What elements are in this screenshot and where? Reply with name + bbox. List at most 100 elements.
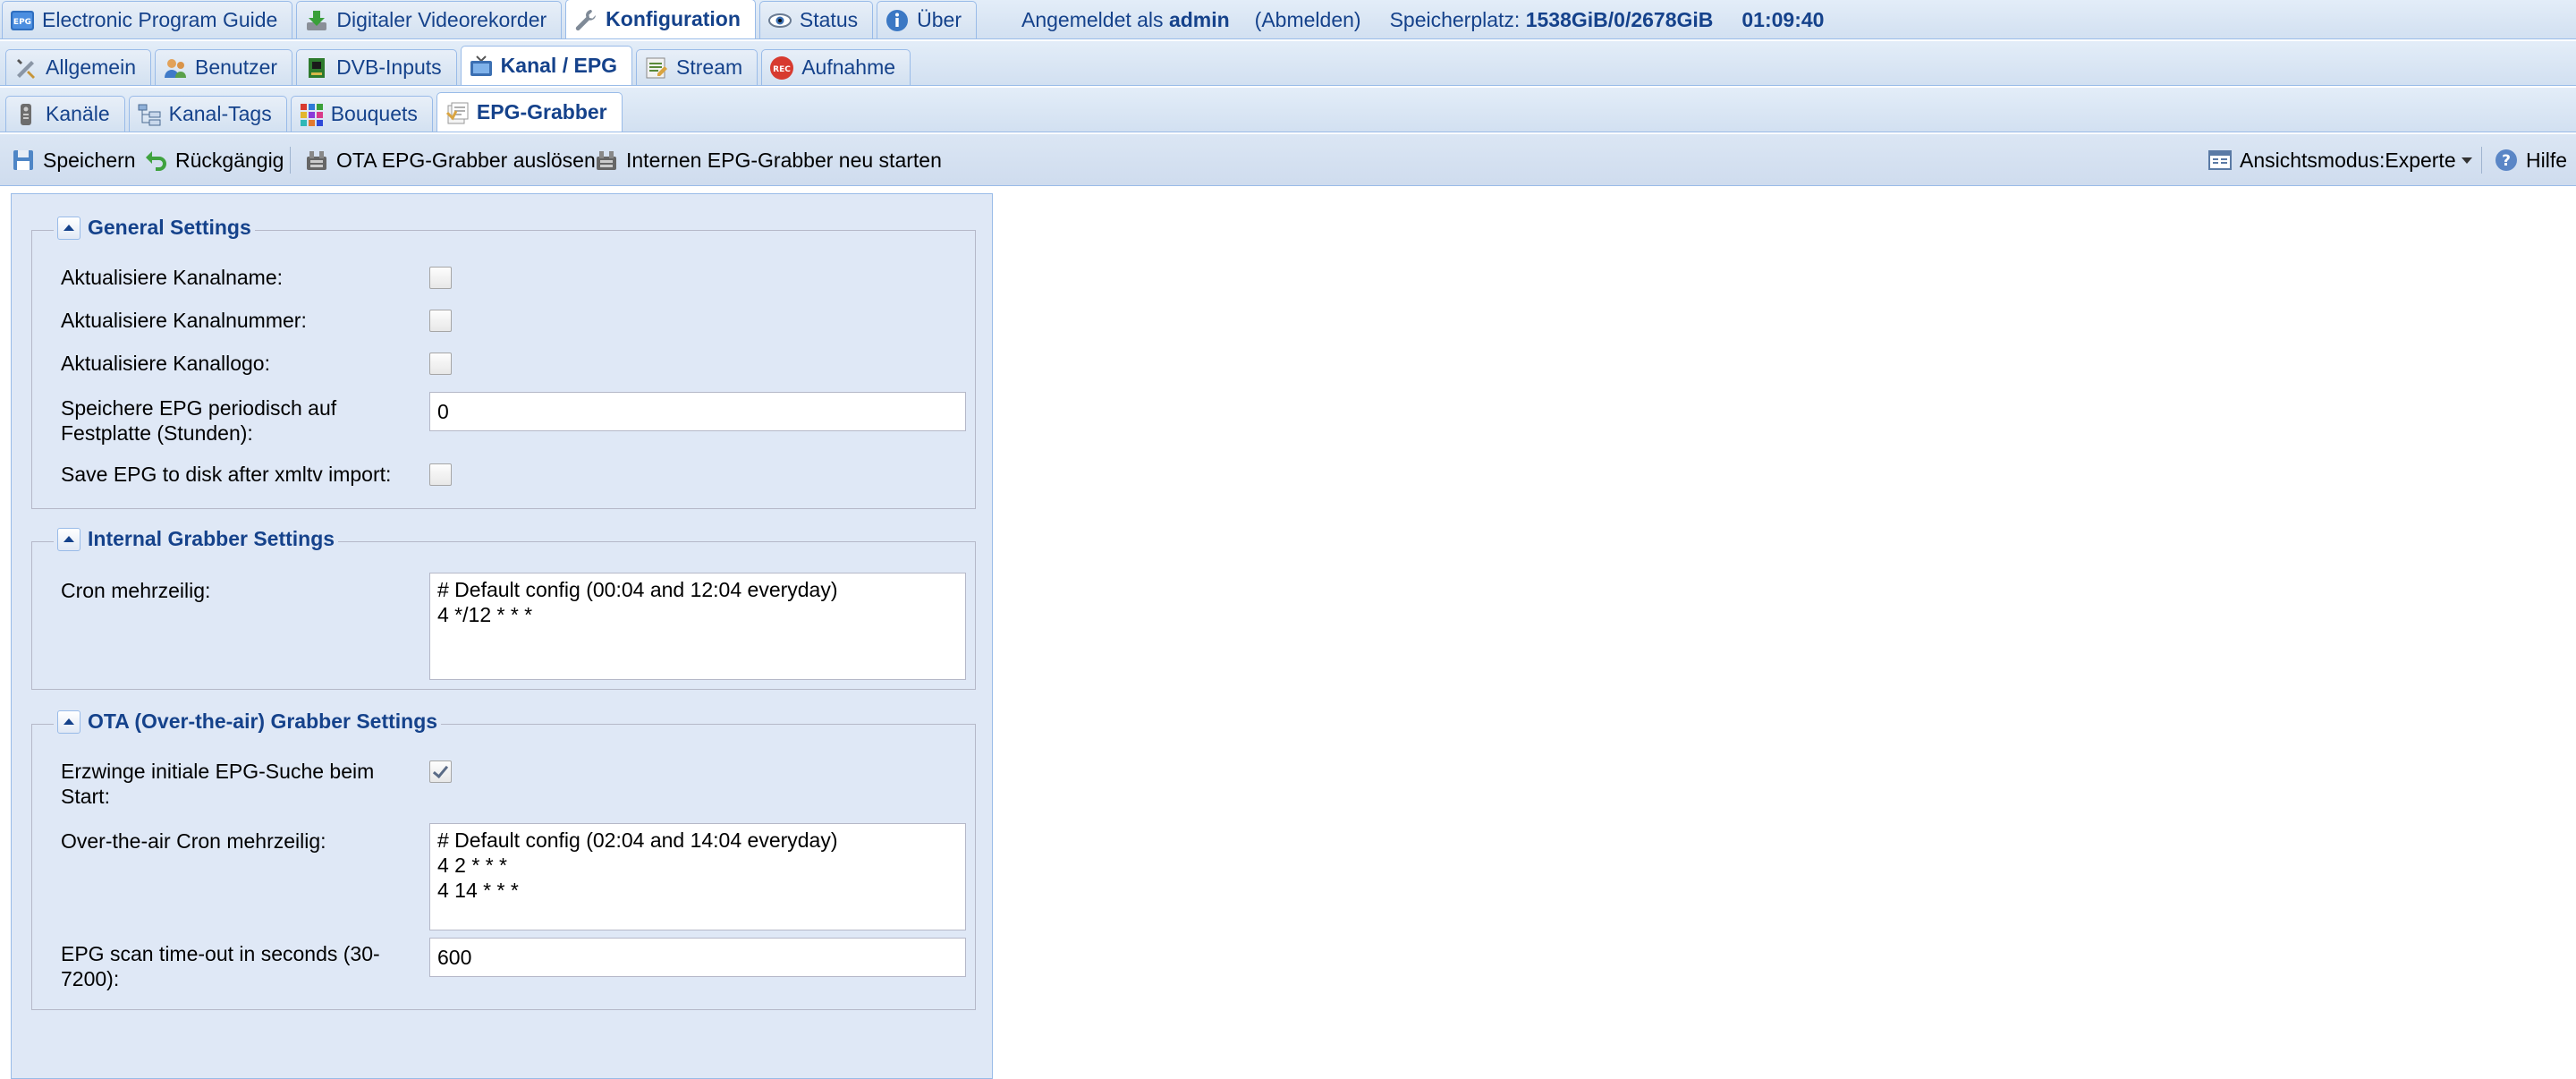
restart-internal-label: Internen EPG-Grabber neu starten	[626, 148, 942, 172]
toolbar: Speichern Rückgängig OTA EPG-Grabber aus…	[0, 134, 2576, 186]
undo-label: Rückgängig	[175, 148, 284, 172]
ota-grabber-legend: OTA (Over-the-air) Grabber Settings	[54, 709, 442, 734]
save-icon	[11, 148, 36, 173]
internal-grabber-legend: Internal Grabber Settings	[54, 527, 339, 551]
general-settings-title: General Settings	[88, 216, 251, 239]
tab-konfiguration[interactable]: Konfiguration	[565, 0, 756, 38]
ota-trigger-label: OTA EPG-Grabber auslösen	[336, 148, 596, 172]
users-icon	[163, 55, 188, 81]
main-tabbar: EPG Electronic Program Guide Digitaler V…	[0, 0, 2576, 39]
settings-panel: General Settings Aktualisiere Kanalname:…	[11, 193, 993, 1079]
chevron-down-icon	[2461, 157, 2472, 164]
stream-icon	[644, 55, 669, 81]
help-label: Hilfe	[2526, 148, 2568, 172]
tab-label: Bouquets	[330, 102, 418, 125]
ota-grabber-title: OTA (Over-the-air) Grabber Settings	[88, 709, 438, 733]
toolbar-separator	[2481, 147, 2482, 174]
view-mode-dropdown[interactable]: Ansichtsmodus:Experte	[2207, 134, 2472, 186]
grabber-tool-icon	[594, 148, 619, 173]
update-channel-name-label: Aktualisiere Kanalname:	[61, 266, 284, 289]
tab-label: Allgemein	[46, 55, 136, 79]
collapse-toggle-icon[interactable]	[57, 527, 80, 551]
periodic-save-hours-input[interactable]	[429, 392, 966, 431]
tab-kanal-tags[interactable]: Kanal-Tags	[128, 96, 287, 132]
tab-allgemein[interactable]: Allgemein	[5, 49, 151, 85]
general-settings-fieldset: General Settings Aktualisiere Kanalname:…	[31, 216, 976, 509]
collapse-toggle-icon[interactable]	[57, 709, 80, 734]
tab-stream[interactable]: Stream	[636, 49, 758, 85]
card-icon	[304, 55, 329, 81]
collapse-toggle-icon[interactable]	[57, 216, 80, 240]
update-channel-name-checkbox[interactable]	[429, 267, 452, 289]
tab-electronic-program-guide[interactable]: EPG Electronic Program Guide	[2, 1, 293, 38]
channel-tabbar: Kanäle Kanal-Tags Bouquets EPG-Grabber	[0, 88, 2576, 132]
tab-label: Aufnahme	[801, 55, 896, 79]
undo-icon	[143, 148, 168, 173]
help-button[interactable]: ? Hilfe	[2494, 134, 2567, 186]
tab-status[interactable]: Status	[758, 1, 874, 38]
tab-label: Kanäle	[46, 102, 110, 125]
rec-icon: REC	[769, 55, 794, 81]
tab-dvb-inputs[interactable]: DVB-Inputs	[296, 49, 457, 85]
ota-trigger-button[interactable]: OTA EPG-Grabber auslösen	[304, 134, 596, 186]
update-channel-logo-label: Aktualisiere Kanallogo:	[61, 352, 270, 375]
ota-cron-label: Over-the-air Cron mehrzeilig:	[61, 829, 326, 853]
tab-label: Benutzer	[195, 55, 278, 79]
grabber-tool-icon	[304, 148, 329, 173]
tab-label: Digitaler Videorekorder	[336, 8, 547, 31]
storage-prefix: Speicherplatz:	[1389, 7, 1526, 31]
clock: 01:09:40	[1741, 7, 1825, 31]
periodic-save-label: Speichere EPG periodisch auf Festplatte …	[61, 395, 336, 446]
cron-textarea[interactable]: # Default config (00:04 and 12:04 everyd…	[429, 573, 966, 680]
remote-icon	[13, 102, 38, 127]
svg-text:EPG: EPG	[13, 18, 31, 27]
tab-kanal-epg[interactable]: Kanal / EPG	[460, 46, 633, 85]
username: admin	[1168, 7, 1230, 31]
save-after-xmltv-checkbox[interactable]	[429, 463, 452, 486]
periodic-save-label-line2: Festplatte (Stunden):	[61, 421, 253, 445]
update-channel-number-checkbox[interactable]	[429, 310, 452, 332]
tab-label: Kanal-Tags	[168, 102, 272, 125]
tab-benutzer[interactable]: Benutzer	[155, 49, 293, 85]
force-initial-scan-label: Erzwinge initiale EPG-Suche beim Start:	[61, 759, 374, 809]
eye-icon	[767, 8, 792, 33]
tab-aufnahme[interactable]: REC Aufnahme	[761, 49, 911, 85]
help-icon: ?	[2494, 148, 2519, 173]
toolbar-separator	[290, 147, 291, 174]
download-icon	[304, 8, 329, 33]
periodic-save-label-line1: Speichere EPG periodisch auf	[61, 396, 337, 420]
tab-digitaler-videorekorder[interactable]: Digitaler Videorekorder	[296, 1, 563, 38]
update-channel-logo-checkbox[interactable]	[429, 353, 452, 375]
undo-button[interactable]: Rückgängig	[143, 134, 284, 186]
tab-label: Über	[917, 8, 962, 31]
force-initial-scan-checkbox[interactable]	[429, 760, 452, 783]
status-info: Angemeldet als admin (Abmelden) Speicher…	[1021, 0, 1824, 39]
logged-in-prefix: Angemeldet als	[1021, 7, 1169, 31]
restart-internal-grabber-button[interactable]: Internen EPG-Grabber neu starten	[594, 134, 942, 186]
tab-label: Electronic Program Guide	[42, 8, 278, 31]
scan-timeout-input[interactable]	[429, 938, 966, 977]
grabber-icon	[445, 100, 470, 125]
svg-text:?: ?	[2502, 152, 2511, 170]
scan-timeout-label: EPG scan time-out in seconds (30- 7200):	[61, 941, 380, 991]
force-initial-label-line2: Start:	[61, 785, 110, 808]
tab-ueber[interactable]: Über	[877, 1, 977, 38]
save-label: Speichern	[43, 148, 136, 172]
tab-label: EPG-Grabber	[476, 100, 607, 123]
scan-timeout-label-line2: 7200):	[61, 967, 120, 990]
cron-label: Cron mehrzeilig:	[61, 579, 211, 602]
internal-grabber-fieldset: Internal Grabber Settings Cron mehrzeili…	[31, 527, 976, 690]
tab-bouquets[interactable]: Bouquets	[290, 96, 433, 132]
save-after-xmltv-label: Save EPG to disk after xmltv import:	[61, 463, 392, 486]
save-button[interactable]: Speichern	[11, 134, 136, 186]
update-channel-number-label: Aktualisiere Kanalnummer:	[61, 309, 307, 332]
tab-epg-grabber[interactable]: EPG-Grabber	[436, 92, 623, 132]
tab-kanaele[interactable]: Kanäle	[5, 96, 125, 132]
grid-icon	[299, 102, 324, 127]
view-mode-label: Ansichtsmodus:Experte	[2240, 148, 2456, 172]
tv-icon	[469, 54, 494, 79]
ota-cron-textarea[interactable]: # Default config (02:04 and 14:04 everyd…	[429, 823, 966, 930]
internal-grabber-title: Internal Grabber Settings	[88, 527, 335, 550]
tools-icon	[13, 55, 38, 81]
logout-link[interactable]: (Abmelden)	[1255, 8, 1361, 32]
